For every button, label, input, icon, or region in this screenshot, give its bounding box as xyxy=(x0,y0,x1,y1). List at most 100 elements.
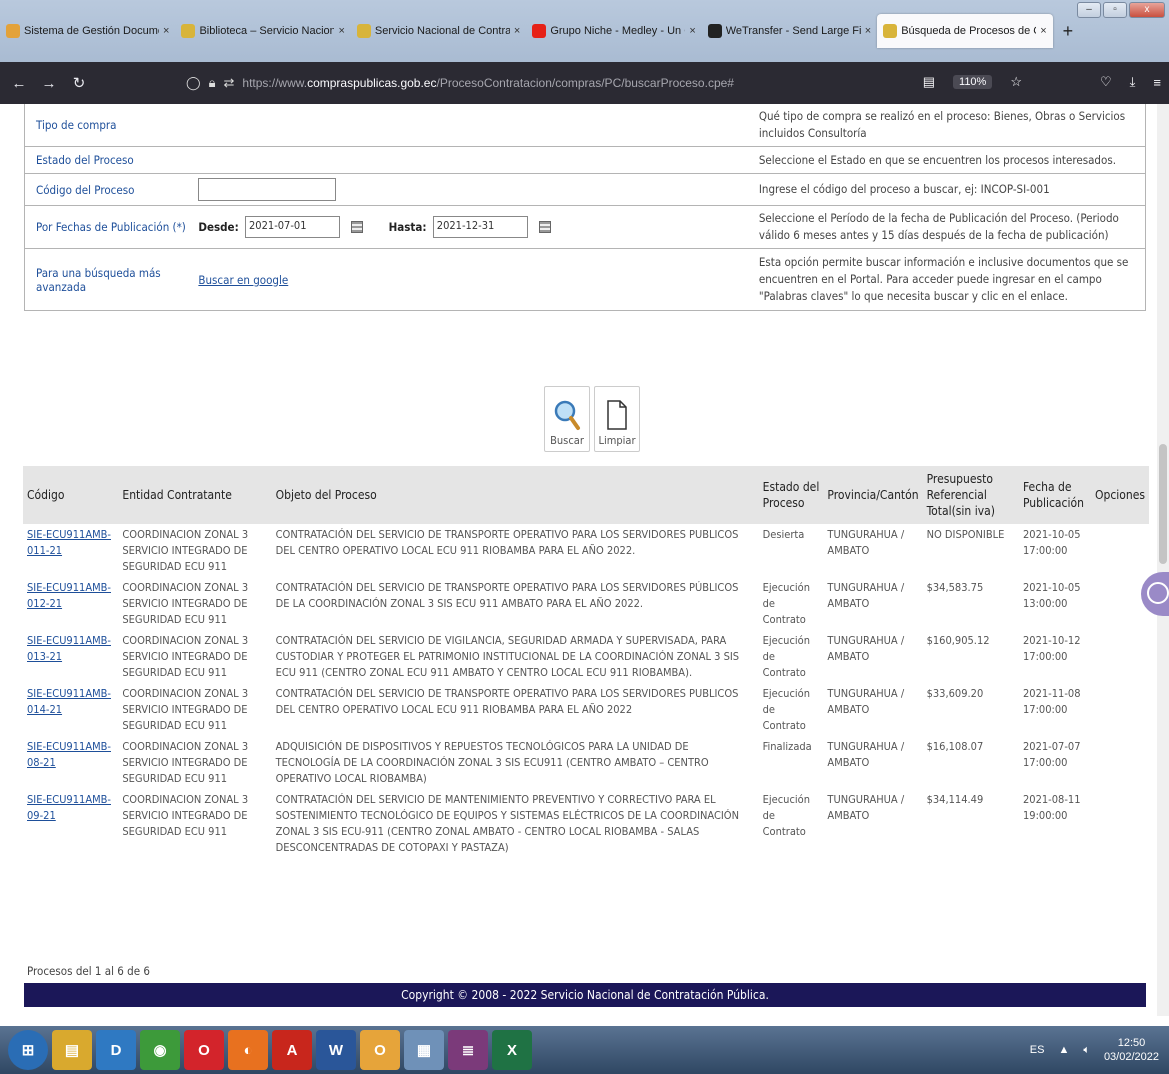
tab-close-icon[interactable]: × xyxy=(1040,25,1046,37)
volume-icon[interactable]: 🔈︎ xyxy=(1083,1044,1090,1057)
buscar-google-link[interactable]: Buscar en google xyxy=(198,273,288,287)
url-path: /ProcesoContratacion/compras/PC/buscarPr… xyxy=(436,76,734,90)
desde-input[interactable]: 2021-07-01 xyxy=(245,216,341,238)
cell-presupuesto: $34,583.75 xyxy=(926,581,984,594)
excel-icon[interactable]: X xyxy=(492,1030,532,1070)
header-opciones: Opciones xyxy=(1090,466,1149,524)
file-explorer-icon[interactable]: ▤ xyxy=(52,1030,92,1070)
cell-fecha: 2021-07-07 17:00:00 xyxy=(1023,740,1081,769)
browser-tab[interactable]: WeTransfer - Send Large Files & × xyxy=(702,14,877,48)
zoom-level[interactable]: 110% xyxy=(953,75,993,89)
form-row-codigo: Código del Proceso Ingrese el código del… xyxy=(24,173,1146,206)
tipo-compra-field[interactable] xyxy=(194,104,755,147)
browser-tab[interactable]: Biblioteca – Servicio Nacional d× xyxy=(175,14,350,48)
cell-objeto: CONTRATACIÓN DEL SERVICIO DE TRANSPORTE … xyxy=(275,528,739,557)
start-orb-icon[interactable]: ⊞ xyxy=(8,1030,48,1070)
back-icon[interactable]: ← xyxy=(4,75,34,92)
permissions-icon[interactable]: ⇄ xyxy=(223,75,234,91)
cell-opciones xyxy=(1091,789,1149,858)
chrome-icon[interactable]: ◉ xyxy=(140,1030,180,1070)
process-code-link[interactable]: SIE-ECU911AMB-013-21 xyxy=(27,634,111,663)
shield-icon[interactable]: ◯ xyxy=(186,75,201,91)
codigo-field-cell xyxy=(194,173,755,206)
copyright-footer: Copyright © 2008 - 2022 Servicio Naciona… xyxy=(24,983,1146,1007)
process-code-link[interactable]: SIE-ECU911AMB-011-21 xyxy=(27,528,111,557)
acrobat-icon[interactable]: A xyxy=(272,1030,312,1070)
lock-icon[interactable]: 🔒︎ xyxy=(209,75,216,91)
desde-calendar-icon[interactable] xyxy=(351,221,364,233)
cell-presupuesto: $16,108.07 xyxy=(926,740,984,753)
header-provincia: Provincia/Cantón xyxy=(823,466,923,524)
tab-close-icon[interactable]: × xyxy=(163,25,169,37)
cell-fecha: 2021-10-05 17:00:00 xyxy=(1023,528,1081,557)
maximize-button[interactable]: ▫ xyxy=(1103,2,1127,18)
new-tab-button[interactable]: + xyxy=(1063,21,1074,42)
process-code-link[interactable]: SIE-ECU911AMB-012-21 xyxy=(27,581,111,610)
process-code-link[interactable]: SIE-ECU911AMB-08-21 xyxy=(27,740,111,769)
cell-estado: Ejecución de Contrato xyxy=(762,581,810,626)
bookmark-star-icon[interactable]: ☆ xyxy=(1010,74,1022,90)
hasta-calendar-icon[interactable] xyxy=(539,221,552,233)
minimize-button[interactable]: – xyxy=(1077,2,1101,18)
codigo-label: Código del Proceso xyxy=(24,173,195,206)
estado-help: Seleccione el Estado en que se encuentre… xyxy=(754,146,1146,174)
tab-close-icon[interactable]: × xyxy=(865,25,871,37)
winrar-icon[interactable]: ≣ xyxy=(448,1030,488,1070)
tray-arrow-icon[interactable]: ▲ xyxy=(1058,1044,1069,1056)
process-code-link[interactable]: SIE-ECU911AMB-09-21 xyxy=(27,793,111,822)
cell-provincia: TUNGURAHUA / AMBATO xyxy=(827,634,905,663)
tab-close-icon[interactable]: × xyxy=(689,25,695,37)
cell-presupuesto: $33,609.20 xyxy=(926,687,984,700)
cell-objeto: CONTRATACIÓN DEL SERVICIO DE VIGILANCIA,… xyxy=(275,634,740,679)
firefox-icon[interactable]: ◐ xyxy=(228,1030,268,1070)
tab-close-icon[interactable]: × xyxy=(338,25,344,37)
word-icon[interactable]: W xyxy=(316,1030,356,1070)
codigo-input[interactable] xyxy=(198,178,337,201)
app-blue-icon[interactable]: D xyxy=(96,1030,136,1070)
fechas-label: Por Fechas de Publicación (*) xyxy=(24,205,195,249)
scrollbar-thumb[interactable] xyxy=(1159,444,1167,564)
browser-tab[interactable]: Servicio Nacional de Contratac × xyxy=(351,14,526,48)
limpiar-button[interactable]: Limpiar xyxy=(594,386,640,452)
tab-favicon-icon xyxy=(707,24,722,38)
clock[interactable]: 12:50 03/02/2022 xyxy=(1104,1036,1159,1064)
reload-icon[interactable]: ↻ xyxy=(64,74,94,92)
address-bar[interactable]: ◯ 🔒︎ ⇄ https://www. compraspublicas.gob.e… xyxy=(186,72,946,94)
cell-objeto: ADQUISICIÓN DE DISPOSITIVOS Y REPUESTOS … xyxy=(275,740,709,785)
estado-field[interactable] xyxy=(194,146,755,174)
fechas-field-cell: Desde: 2021-07-01 Hasta: 2021-12-31 xyxy=(194,205,755,249)
fechas-help: Seleccione el Período de la fecha de Pub… xyxy=(754,205,1146,249)
cell-entidad: COORDINACION ZONAL 3 SERVICIO INTEGRADO … xyxy=(122,740,249,785)
browser-tab[interactable]: Búsqueda de Procesos de Cont × xyxy=(877,14,1053,48)
codigo-help: Ingrese el código del proceso a buscar, … xyxy=(754,173,1146,206)
header-estado: Estado del Proceso xyxy=(758,466,824,524)
cell-estado: Ejecución de Contrato xyxy=(762,634,810,679)
browser-tab[interactable]: Sistema de Gestión Documenta × xyxy=(0,14,175,48)
language-indicator[interactable]: ES xyxy=(1030,1044,1045,1056)
cell-opciones xyxy=(1091,683,1149,736)
table-row: SIE-ECU911AMB-08-21 COORDINACION ZONAL 3 … xyxy=(23,736,1149,789)
browser-tab[interactable]: Grupo Niche - Medley - Un Ca × xyxy=(526,14,701,48)
reader-view-icon[interactable]: ▤ xyxy=(923,74,935,90)
hasta-input[interactable]: 2021-12-31 xyxy=(432,216,528,238)
cell-codigo: SIE-ECU911AMB-09-21 xyxy=(23,789,118,858)
page-scrollbar[interactable] xyxy=(1157,104,1169,1016)
cell-codigo: SIE-ECU911AMB-08-21 xyxy=(23,736,118,789)
url-host: compraspublicas.gob.ec xyxy=(307,76,437,90)
cell-provincia: TUNGURAHUA / AMBATO xyxy=(827,687,905,716)
process-code-link[interactable]: SIE-ECU911AMB-014-21 xyxy=(27,687,111,716)
pocket-icon[interactable]: ♡ xyxy=(1100,74,1112,90)
tipo-compra-help: Qué tipo de compra se realizó en el proc… xyxy=(754,104,1146,147)
forward-icon[interactable]: → xyxy=(34,75,64,92)
download-icon[interactable]: ⤓ xyxy=(1130,74,1136,90)
buscar-button[interactable]: Buscar xyxy=(544,386,590,452)
opera-icon[interactable]: O xyxy=(184,1030,224,1070)
search-form: Tipo de compra Qué tipo de compra se rea… xyxy=(24,104,1146,311)
calculator-icon[interactable]: ▦ xyxy=(404,1030,444,1070)
close-window-button[interactable]: x xyxy=(1129,2,1165,18)
cell-presupuesto: $160,905.12 xyxy=(926,634,990,647)
menu-icon[interactable]: ≡ xyxy=(1153,75,1161,90)
tab-close-icon[interactable]: × xyxy=(514,25,520,37)
outlook-icon[interactable]: O xyxy=(360,1030,400,1070)
tab-title: Sistema de Gestión Documenta xyxy=(24,25,159,37)
